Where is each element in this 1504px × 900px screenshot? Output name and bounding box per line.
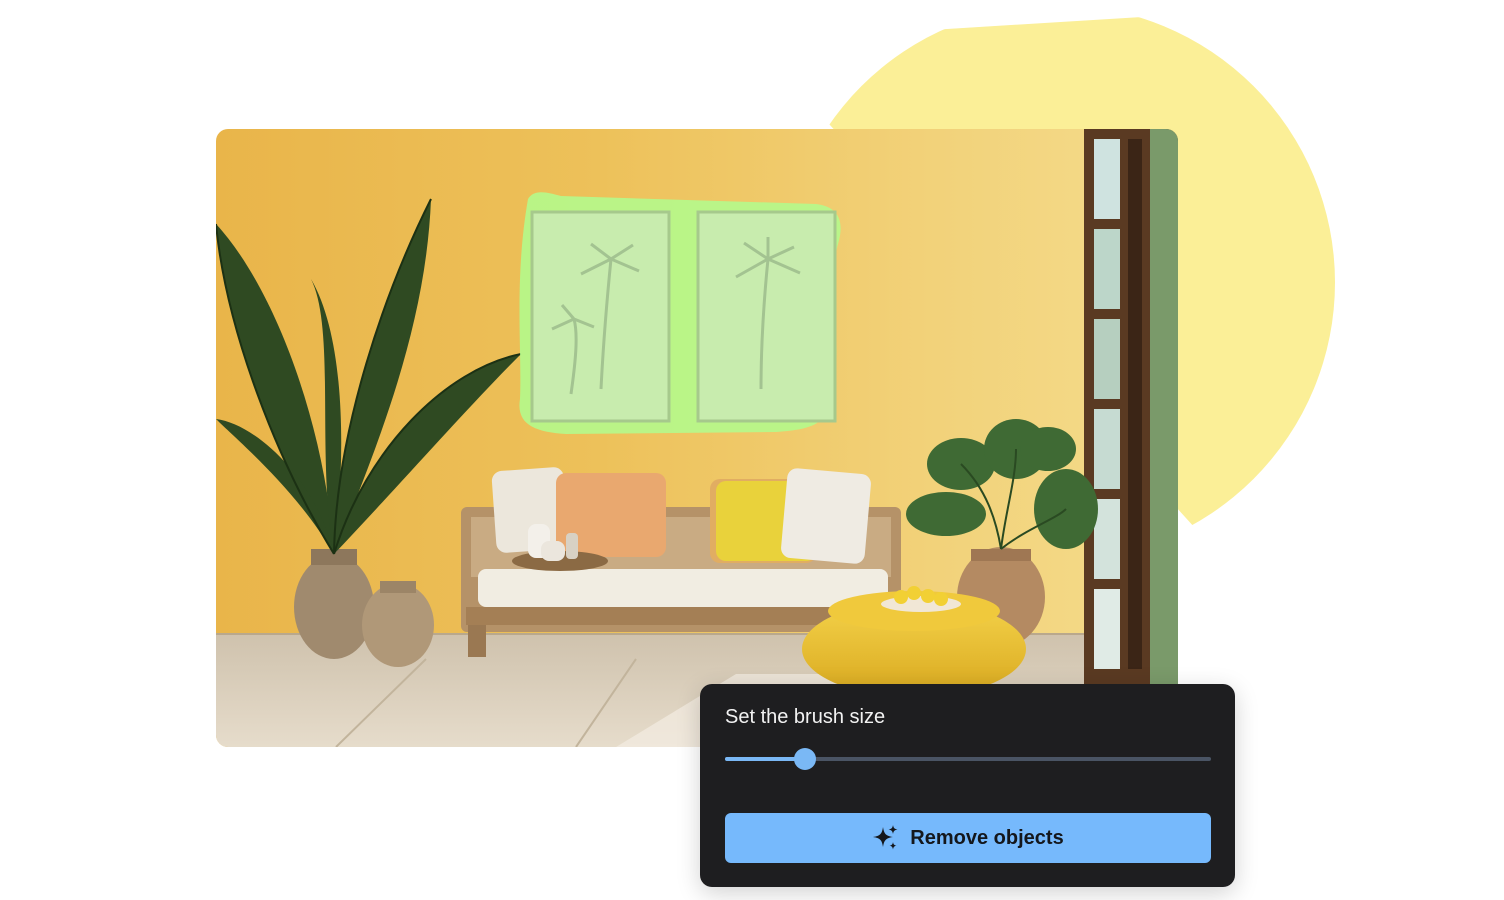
remove-objects-button[interactable]: Remove objects [725, 813, 1211, 863]
remove-objects-label: Remove objects [910, 826, 1064, 849]
slider-thumb[interactable] [794, 748, 816, 770]
room-photo[interactable] [216, 129, 1178, 747]
brush-size-title: Set the brush size [725, 706, 886, 728]
sparkle-icon [872, 824, 900, 852]
room-scene [216, 129, 1178, 747]
brush-size-slider[interactable] [725, 748, 1211, 770]
slider-fill [725, 757, 805, 761]
brush-panel: Set the brush size Remove objects [700, 684, 1235, 887]
